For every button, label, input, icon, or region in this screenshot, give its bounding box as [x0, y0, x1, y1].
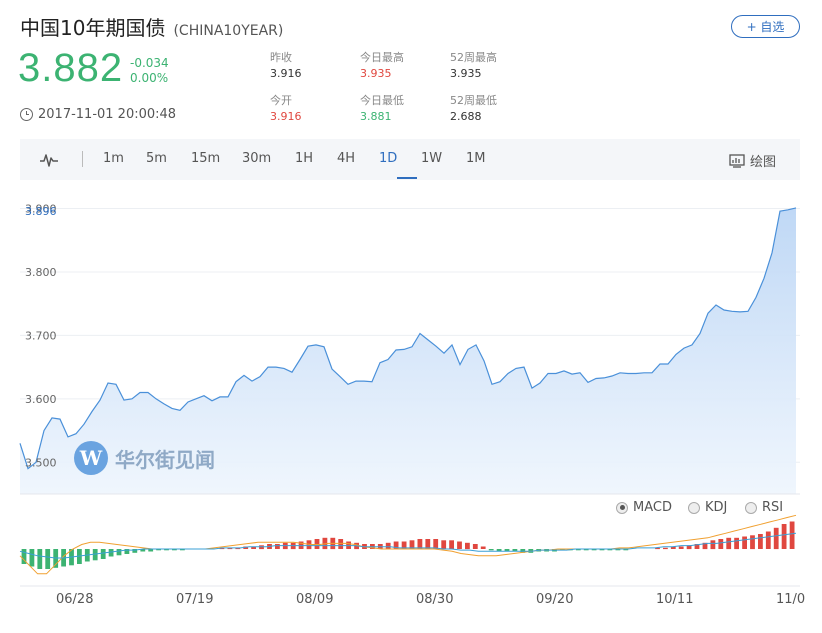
last-value-label: 3.896	[25, 205, 57, 218]
macd-bar	[734, 537, 739, 550]
macd-bar	[750, 535, 755, 550]
macd-bar	[338, 539, 344, 549]
x-tick-label: 09/20	[536, 592, 574, 607]
macd-bar	[441, 540, 447, 550]
macd-bar	[488, 549, 494, 551]
y-tick-label: 3.500	[25, 456, 57, 469]
x-tick-label: 08/09	[296, 592, 334, 607]
watermark: W 华尔街见闻	[74, 441, 215, 475]
indicator-kdj[interactable]: KDJ	[688, 500, 727, 515]
macd-bar	[678, 546, 684, 549]
macd-bar	[275, 544, 280, 549]
macd-bar	[663, 547, 668, 550]
indicator-label: MACD	[633, 500, 672, 515]
macd-bar	[29, 549, 35, 567]
macd-bar	[773, 527, 779, 550]
macd-bar	[457, 541, 462, 549]
radio-icon[interactable]	[745, 501, 757, 514]
y-tick-label: 3.700	[25, 329, 57, 342]
macd-bar	[37, 549, 43, 569]
macd-bar	[742, 536, 747, 549]
macd-bar	[465, 542, 470, 550]
macd-bar	[472, 544, 478, 549]
x-tick-label: 10/11	[656, 592, 694, 607]
macd-bar	[710, 540, 716, 550]
indicator-label: KDJ	[705, 500, 728, 515]
y-tick-label: 3.600	[25, 393, 57, 406]
radio-icon[interactable]	[616, 501, 628, 514]
macd-bar	[449, 540, 454, 550]
macd-bar	[758, 534, 763, 549]
macd-bar	[116, 549, 122, 556]
macd-dea-line	[19, 532, 797, 559]
macd-bar	[789, 521, 795, 549]
y-tick-label: 3.800	[25, 266, 57, 279]
indicator-label: RSI	[762, 500, 784, 515]
x-tick-label: 07/19	[176, 592, 214, 607]
macd-bar	[100, 549, 106, 559]
watermark-logo: W	[74, 441, 108, 475]
x-tick-label: 08/30	[416, 592, 454, 607]
macd-bar	[726, 537, 732, 550]
price-chart[interactable]: 3.5003.6003.7003.8003.9003.896	[0, 0, 822, 633]
macd-bar	[480, 546, 486, 549]
macd-bar	[385, 542, 391, 550]
macd-bar	[781, 524, 787, 549]
indicator-macd[interactable]: MACD	[616, 500, 672, 515]
x-tick-label: 11/0	[776, 592, 806, 607]
macd-bar	[765, 531, 771, 549]
x-tick-label: 06/28	[56, 592, 94, 607]
watermark-text: 华尔街见闻	[115, 447, 215, 472]
macd-panel	[19, 514, 797, 575]
macd-bar	[718, 539, 724, 549]
radio-icon[interactable]	[688, 501, 700, 514]
macd-bar	[45, 549, 51, 569]
indicator-rsi[interactable]: RSI	[745, 500, 783, 515]
macd-dif-line	[19, 514, 797, 575]
